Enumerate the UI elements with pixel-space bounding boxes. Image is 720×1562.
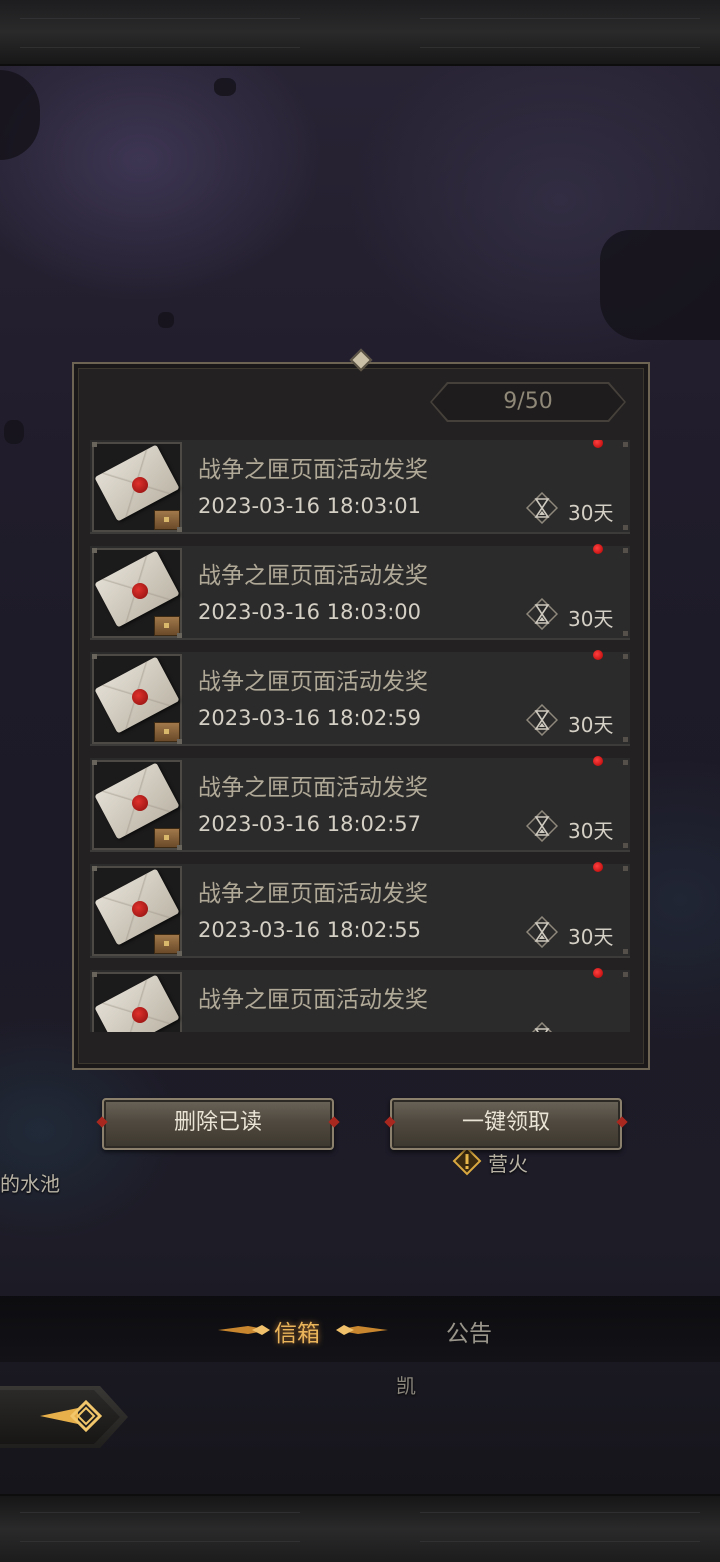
map-label-campfire: 营火 — [488, 1152, 528, 1176]
unread-dot — [593, 862, 603, 872]
wing-ornament-right-icon — [336, 1325, 388, 1335]
wax-seal-icon — [132, 1007, 148, 1023]
mail-expire: 30天 — [568, 607, 614, 631]
mail-time: 2023-03-16 18:03:00 — [198, 600, 422, 624]
mail-expire: 30天 — [568, 819, 614, 843]
mail-item[interactable]: 战争之匣页面活动发奖 2023-03-16 18:02:57 30天 — [90, 756, 630, 852]
bottom-frame-bar — [0, 1494, 720, 1562]
floating-rock — [4, 420, 24, 444]
frame-ornament — [20, 18, 300, 48]
tab-announcement[interactable]: 公告 — [446, 1314, 492, 1348]
map-label-pool: 的水池 — [0, 1172, 60, 1196]
frame-ornament — [420, 1512, 700, 1542]
envelope-icon — [94, 974, 180, 1032]
mail-counter: 9/50 — [432, 384, 624, 420]
attachment-chest-icon — [154, 934, 180, 954]
mail-icon-frame — [92, 972, 182, 1032]
attachment-chest-icon — [154, 510, 180, 530]
mail-item[interactable]: 战争之匣页面活动发奖 2023-03-16 18:03:00 30天 — [90, 544, 630, 640]
unread-dot — [593, 544, 603, 554]
unread-dot — [593, 650, 603, 660]
wax-seal-icon — [132, 901, 148, 917]
unread-dot — [593, 968, 603, 978]
wax-seal-icon — [132, 689, 148, 705]
corner-marker — [623, 525, 628, 530]
corner-marker — [623, 843, 628, 848]
hourglass-icon — [526, 810, 558, 842]
mail-expire: 30天 — [568, 501, 614, 525]
mail-time: 2023-03-16 18:02:59 — [198, 706, 422, 730]
warning-diamond-icon — [452, 1146, 482, 1176]
mail-icon-frame — [92, 866, 182, 956]
corner-marker — [623, 548, 628, 553]
mail-title: 战争之匣页面活动发奖 — [198, 563, 428, 589]
attachment-chest-icon — [154, 616, 180, 636]
mail-icon-frame — [92, 760, 182, 850]
mail-icon-frame — [92, 654, 182, 744]
corner-marker — [623, 866, 628, 871]
mail-list[interactable]: 战争之匣页面活动发奖 2023-03-16 18:03:01 30天 战争之匣页… — [90, 440, 630, 1032]
unread-dot — [593, 440, 603, 448]
hourglass-icon — [526, 704, 558, 736]
campfire-marker[interactable]: 营火 — [452, 1146, 562, 1176]
mail-time: 2023-03-16 18:02:57 — [198, 812, 422, 836]
mail-title: 战争之匣页面活动发奖 — [198, 669, 428, 695]
wax-seal-icon — [132, 795, 148, 811]
wing-ornament-left-icon — [218, 1325, 270, 1335]
mail-title: 战争之匣页面活动发奖 — [198, 457, 428, 483]
hourglass-icon — [526, 598, 558, 630]
mail-expire: 30天 — [568, 925, 614, 949]
mail-icon-frame — [92, 548, 182, 638]
mail-title: 战争之匣页面活动发奖 — [198, 987, 428, 1013]
mail-time: 2023-03-16 18:02:55 — [198, 918, 422, 942]
corner-marker — [623, 949, 628, 954]
unread-dot — [593, 756, 603, 766]
floating-rock — [158, 312, 174, 328]
floating-rock — [600, 230, 720, 340]
hourglass-icon — [526, 492, 558, 524]
frame-ornament — [20, 1512, 300, 1542]
claim-all-button[interactable]: 一键领取 — [390, 1098, 622, 1150]
back-arrow-icon — [40, 1399, 103, 1433]
mail-title: 战争之匣页面活动发奖 — [198, 881, 428, 907]
mail-item[interactable]: 战争之匣页面活动发奖 2023-03-16 18:02:55 30天 — [90, 862, 630, 958]
mail-time: 2023-03-16 18:03:01 — [198, 494, 422, 518]
hourglass-icon — [526, 916, 558, 948]
mail-expire: 30天 — [568, 713, 614, 737]
corner-marker — [623, 972, 628, 977]
attachment-chest-icon — [154, 722, 180, 742]
delete-read-button[interactable]: 删除已读 — [102, 1098, 334, 1150]
corner-marker — [623, 654, 628, 659]
frame-ornament — [420, 18, 700, 48]
mail-icon-frame — [92, 442, 182, 532]
corner-marker — [623, 442, 628, 447]
wax-seal-icon — [132, 583, 148, 599]
mail-item[interactable]: 战争之匣页面活动发奖 — [90, 968, 630, 1032]
floating-rock — [214, 78, 236, 96]
corner-marker — [623, 737, 628, 742]
attachment-chest-icon — [154, 828, 180, 848]
mail-item[interactable]: 战争之匣页面活动发奖 2023-03-16 18:02:59 30天 — [90, 650, 630, 746]
mail-title: 战争之匣页面活动发奖 — [198, 775, 428, 801]
map-label-kai: 凯 — [396, 1374, 416, 1398]
wax-seal-icon — [132, 477, 148, 493]
hourglass-icon — [531, 1022, 553, 1032]
tab-mailbox[interactable]: 信箱 — [274, 1314, 320, 1348]
mail-item[interactable]: 战争之匣页面活动发奖 2023-03-16 18:03:01 30天 — [90, 440, 630, 534]
top-frame-bar — [0, 0, 720, 66]
corner-marker — [623, 631, 628, 636]
corner-marker — [623, 760, 628, 765]
